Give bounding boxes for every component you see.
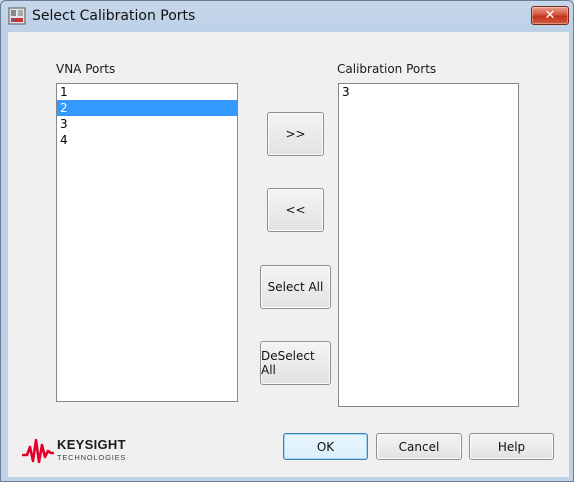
window-title: Select Calibration Ports <box>32 8 196 24</box>
calibration-ports-listbox[interactable]: 3 <box>338 83 519 407</box>
cancel-button[interactable]: Cancel <box>376 433 462 460</box>
list-item[interactable]: 3 <box>339 84 518 100</box>
dialog-window: Select Calibration Ports ✕ VNA Ports 123… <box>0 0 574 482</box>
list-item[interactable]: 3 <box>57 116 237 132</box>
deselect-all-button[interactable]: DeSelect All <box>260 341 331 385</box>
app-icon <box>8 7 26 25</box>
close-icon: ✕ <box>544 8 556 23</box>
title-bar[interactable]: Select Calibration Ports ✕ <box>1 1 573 32</box>
list-item[interactable]: 2 <box>57 100 237 116</box>
add-port-button[interactable]: >> <box>267 112 324 156</box>
remove-port-button[interactable]: << <box>267 188 324 232</box>
help-button[interactable]: Help <box>469 433 554 460</box>
logo-name: KEYSIGHT <box>57 437 126 452</box>
calibration-ports-label: Calibration Ports <box>337 62 437 76</box>
list-item[interactable]: 4 <box>57 132 237 148</box>
vna-ports-listbox[interactable]: 1234 <box>56 83 238 402</box>
ok-button[interactable]: OK <box>283 433 368 460</box>
dialog-body: VNA Ports 1234 Calibration Ports 3 >> <<… <box>8 32 569 477</box>
keysight-logo: KEYSIGHT TECHNOLOGIES <box>22 435 142 465</box>
list-item[interactable]: 1 <box>57 84 237 100</box>
vna-ports-label: VNA Ports <box>56 62 116 76</box>
logo-subtitle: TECHNOLOGIES <box>57 453 127 462</box>
close-button[interactable]: ✕ <box>531 6 569 25</box>
select-all-button[interactable]: Select All <box>260 265 331 309</box>
keysight-wave-icon <box>22 438 54 464</box>
